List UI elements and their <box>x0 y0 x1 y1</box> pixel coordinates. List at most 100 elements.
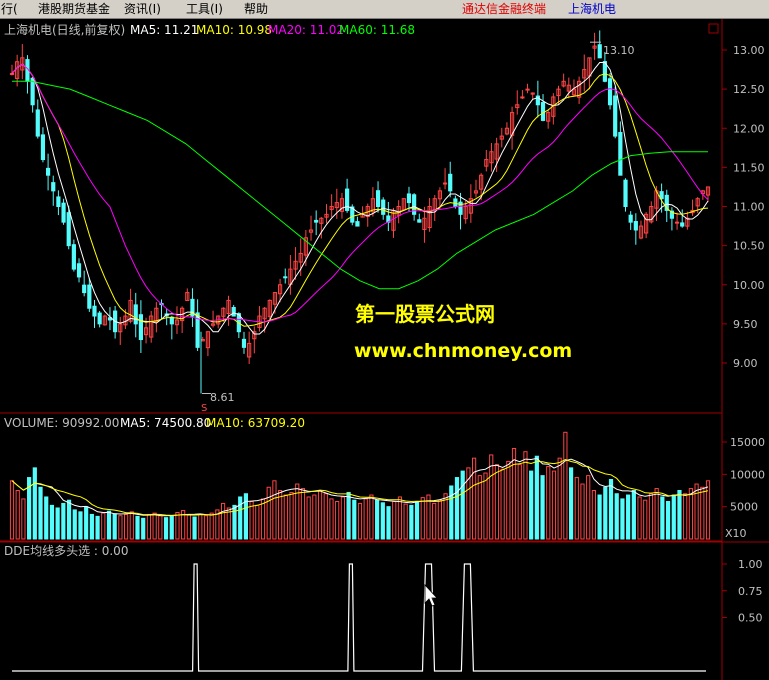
candle-body <box>623 179 628 207</box>
volume-bar <box>21 498 26 540</box>
volume-bar <box>112 513 117 540</box>
volume-bar <box>403 503 408 540</box>
volume-bar <box>209 512 214 540</box>
price-tick-label: 12.00 <box>733 122 765 135</box>
volume-bar <box>546 466 551 540</box>
volume-bar <box>95 515 100 540</box>
volume-bar <box>449 485 454 540</box>
menu-item-0[interactable]: 行( <box>1 1 18 17</box>
volume-bar <box>705 480 711 540</box>
price-tick-label: 12.50 <box>733 83 765 96</box>
candle-body <box>613 95 618 137</box>
candle-body <box>540 102 546 121</box>
volume-bar <box>158 515 163 540</box>
volume-bar <box>66 499 72 540</box>
volume-bar <box>169 515 174 540</box>
volume-bar <box>141 517 146 540</box>
high-label: 13.10 <box>603 44 635 57</box>
volume-bar <box>397 496 403 540</box>
volume-label: VOLUME: 90992.00 <box>4 416 119 430</box>
watermark-url: www.chnmoney.com <box>354 340 572 362</box>
volume-bar <box>255 504 260 540</box>
volume-bar <box>146 513 152 540</box>
volume-bar <box>688 488 693 540</box>
volume-bar <box>506 460 511 540</box>
volume-bar <box>580 483 585 540</box>
volume-bar <box>409 504 414 540</box>
volume-bar <box>192 516 197 540</box>
volume-bar <box>84 506 89 540</box>
close-icon[interactable] <box>708 23 719 34</box>
price-tick-label: 9.00 <box>733 357 758 370</box>
candle-body <box>618 132 623 176</box>
volume-bar <box>163 517 169 540</box>
ma20-line <box>11 63 709 323</box>
terminal-name: 通达信金融终端 <box>462 2 547 16</box>
volume-bar <box>317 490 323 540</box>
volume-bar <box>631 490 636 540</box>
indicator-tick-label: 0.75 <box>738 585 763 598</box>
ma5-label: MA5: 11.21 <box>130 23 198 37</box>
volume-bar <box>312 494 317 540</box>
stock-link[interactable]: 上海机电 <box>568 1 616 17</box>
menu-item-news[interactable]: 资讯(I) <box>124 1 161 17</box>
volume-bar <box>329 498 334 540</box>
menu-item-futures[interactable]: 港股期货基金 <box>38 1 110 17</box>
volume-bar <box>494 464 500 540</box>
candle-body <box>56 196 61 208</box>
volume-bar <box>620 498 625 540</box>
ma20-label: MA20: 11.02 <box>268 23 344 37</box>
volume-bar <box>517 464 522 540</box>
volume-bar <box>101 512 106 540</box>
volume-bar <box>671 494 676 540</box>
volume-bar <box>523 451 528 540</box>
volume-unit: X10 <box>725 527 747 540</box>
candle-body <box>633 221 638 231</box>
candle-body <box>314 219 319 223</box>
volume-bar <box>118 515 123 540</box>
candle-body <box>9 72 15 75</box>
volume-bar <box>352 499 357 540</box>
volume-bar <box>357 502 363 540</box>
candle-body <box>51 182 56 192</box>
volume-bar <box>700 486 705 540</box>
ma10-line <box>11 63 709 327</box>
volume-bar <box>637 496 642 540</box>
volume-bar <box>220 502 226 540</box>
volume-bar <box>346 491 351 540</box>
menu-item-help[interactable]: 帮助 <box>244 1 268 17</box>
candle-body <box>607 78 613 106</box>
volume-bar <box>323 493 328 540</box>
volume-tick-label: 10000 <box>730 468 765 481</box>
volume-bar <box>32 467 37 540</box>
volume-bar <box>243 493 249 540</box>
volume-bar <box>55 507 60 540</box>
candle-body <box>406 193 412 204</box>
volume-bar <box>677 490 682 540</box>
volume-bar <box>437 499 442 540</box>
volume-bar <box>9 480 15 540</box>
candle-body <box>66 212 71 247</box>
menu-item-tools[interactable]: 工具(I) <box>186 1 223 17</box>
candle-body <box>417 219 422 223</box>
ma10-label: MA10: 10.98 <box>196 23 272 37</box>
volume-bar <box>654 488 659 540</box>
volume-bar <box>135 515 140 540</box>
volume-bar <box>89 513 94 540</box>
candle-body <box>133 304 138 325</box>
volume-bar <box>300 488 306 540</box>
ma60-label: MA60: 11.68 <box>339 23 415 37</box>
volume-bar <box>61 502 66 540</box>
indicator-label: DDE均线多头选 : 0.00 <box>4 544 128 558</box>
volume-bar <box>683 493 688 540</box>
volume-bar <box>278 490 283 540</box>
volume-bar <box>203 515 209 540</box>
volume-bar <box>432 502 437 540</box>
volume-bar <box>392 500 397 540</box>
volume-bar <box>198 513 203 540</box>
volume-bar <box>44 496 49 540</box>
candle-body <box>231 307 236 317</box>
candle-body <box>35 109 40 137</box>
volume-bar <box>660 496 665 540</box>
volume-bar <box>306 496 311 540</box>
